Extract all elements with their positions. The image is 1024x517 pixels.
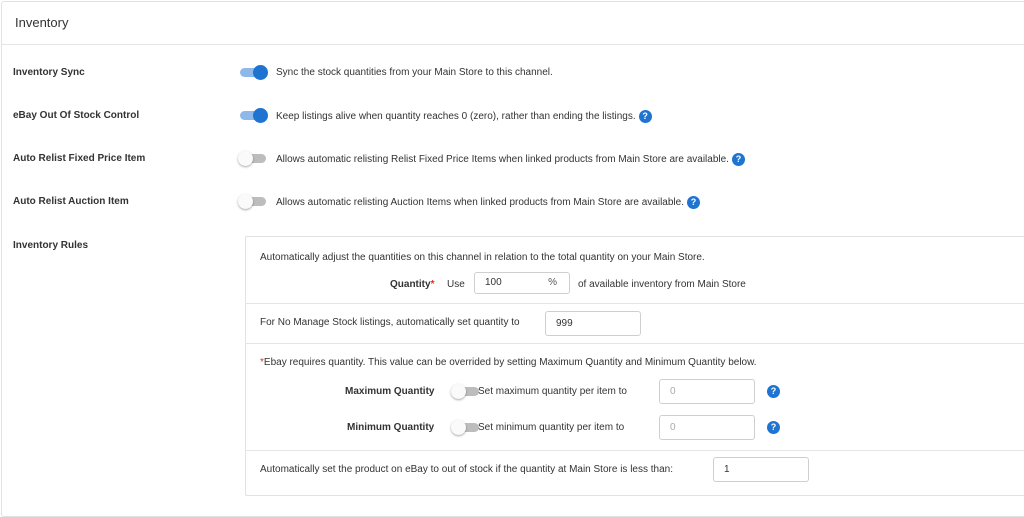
maximum-quantity-text: Set maximum quantity per item to <box>478 386 627 397</box>
auto-relist-fixed-description: Allows automatic relisting Relist Fixed … <box>276 153 745 166</box>
description-text: Allows automatic relisting Auction Items… <box>276 197 684 209</box>
minimum-quantity-text: Set minimum quantity per item to <box>478 422 625 433</box>
panel-header: Inventory <box>2 2 1024 45</box>
auto-relist-auction-label: Auto Relist Auction Item <box>13 196 129 207</box>
out-of-stock-threshold-text: Automatically set the product on eBay to… <box>260 464 673 475</box>
toggle-knob <box>238 194 253 209</box>
inventory-rules-box: Automatically adjust the quantities on t… <box>245 236 1024 496</box>
auto-relist-auction-description: Allows automatic relisting Auction Items… <box>276 196 700 209</box>
rules-intro: Automatically adjust the quantities on t… <box>260 252 705 263</box>
ebay-note-text: Ebay requires quantity. This value can b… <box>263 357 757 368</box>
panel-title: Inventory <box>15 15 69 30</box>
toggle-knob <box>238 151 253 166</box>
description-text: Keep listings alive when quantity reache… <box>276 111 636 123</box>
divider <box>246 303 1024 304</box>
out-of-stock-control-toggle[interactable] <box>240 107 268 123</box>
out-of-stock-threshold-input[interactable]: 1 <box>713 457 809 482</box>
auto-relist-auction-toggle[interactable] <box>238 193 266 209</box>
help-icon[interactable]: ? <box>767 421 780 434</box>
no-manage-stock-text: For No Manage Stock listings, automatica… <box>260 317 520 328</box>
maximum-quantity-placeholder: 0 <box>670 386 676 397</box>
no-manage-stock-input[interactable]: 999 <box>545 311 641 336</box>
minimum-quantity-label: Minimum Quantity <box>347 422 435 433</box>
minimum-quantity-placeholder: 0 <box>670 422 676 433</box>
help-icon[interactable]: ? <box>767 385 780 398</box>
ebay-requires-note: *Ebay requires quantity. This value can … <box>260 357 757 368</box>
divider <box>246 450 1024 451</box>
auto-relist-fixed-toggle[interactable] <box>238 150 266 166</box>
out-of-stock-threshold-value: 1 <box>724 464 730 475</box>
quantity-label-text: Quantity <box>390 279 431 290</box>
maximum-quantity-toggle[interactable] <box>451 383 479 399</box>
help-icon[interactable]: ? <box>731 153 745 166</box>
inventory-sync-toggle[interactable] <box>240 64 268 80</box>
toggle-knob <box>451 384 466 399</box>
toggle-knob <box>451 420 466 435</box>
inventory-sync-label: Inventory Sync <box>13 67 85 78</box>
auto-relist-fixed-label: Auto Relist Fixed Price Item <box>13 153 146 164</box>
inventory-sync-description: Sync the stock quantities from your Main… <box>276 67 553 78</box>
help-icon[interactable]: ? <box>638 110 652 123</box>
no-manage-stock-value: 999 <box>556 318 573 329</box>
minimum-quantity-input[interactable]: 0 <box>659 415 755 440</box>
toggle-knob <box>253 65 268 80</box>
maximum-quantity-input[interactable]: 0 <box>659 379 755 404</box>
description-text: Allows automatic relisting Relist Fixed … <box>276 154 729 166</box>
percent-unit: % <box>548 277 557 288</box>
divider <box>246 343 1024 344</box>
inventory-rules-label: Inventory Rules <box>13 240 89 251</box>
minimum-quantity-toggle[interactable] <box>451 419 479 435</box>
quantity-use-text: Use <box>447 279 465 290</box>
quantity-percent-value: 100 <box>485 277 502 288</box>
quantity-label: Quantity* <box>390 279 434 290</box>
out-of-stock-control-label: eBay Out Of Stock Control <box>13 110 140 121</box>
out-of-stock-control-description: Keep listings alive when quantity reache… <box>276 110 652 123</box>
toggle-knob <box>253 108 268 123</box>
required-mark: * <box>430 279 435 290</box>
quantity-percent-input[interactable]: 100 % <box>474 272 570 294</box>
help-icon[interactable]: ? <box>686 196 700 209</box>
quantity-suffix-text: of available inventory from Main Store <box>578 279 746 290</box>
maximum-quantity-label: Maximum Quantity <box>345 386 435 397</box>
